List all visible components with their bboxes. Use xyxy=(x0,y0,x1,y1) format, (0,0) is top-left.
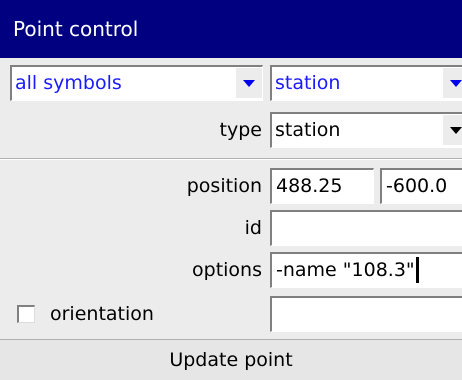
symbol-filter-dropdown[interactable]: all symbols xyxy=(10,65,263,101)
id-field[interactable] xyxy=(270,210,462,246)
type-dropdown[interactable]: station xyxy=(270,112,462,148)
chevron-down-icon[interactable] xyxy=(235,68,262,98)
update-point-button[interactable]: Update point xyxy=(0,340,462,380)
id-label: id xyxy=(244,217,262,239)
position-label: position xyxy=(186,175,262,197)
symbol-select-value: station xyxy=(275,72,341,94)
options-label: options xyxy=(192,259,262,281)
symbol-select-dropdown[interactable]: station xyxy=(270,65,462,101)
orientation-field[interactable] xyxy=(270,296,462,332)
position-y-value: -600.0 xyxy=(386,175,448,197)
window-title: Point control xyxy=(0,0,462,58)
orientation-label[interactable]: orientation xyxy=(50,296,154,332)
chevron-down-icon[interactable] xyxy=(442,115,462,145)
options-value: -name "108.3" xyxy=(276,259,415,281)
orientation-checkbox[interactable] xyxy=(17,305,35,323)
text-cursor xyxy=(415,256,419,283)
chevron-down-icon[interactable] xyxy=(442,68,462,98)
symbol-filter-value: all symbols xyxy=(15,72,122,94)
type-value: station xyxy=(275,119,341,141)
position-x-value: 488.25 xyxy=(276,175,343,197)
position-x-field[interactable]: 488.25 xyxy=(270,168,374,204)
position-y-field[interactable]: -600.0 xyxy=(380,168,462,204)
type-label: type xyxy=(219,119,262,141)
divider xyxy=(0,158,462,160)
options-field[interactable]: -name "108.3" xyxy=(270,252,462,288)
